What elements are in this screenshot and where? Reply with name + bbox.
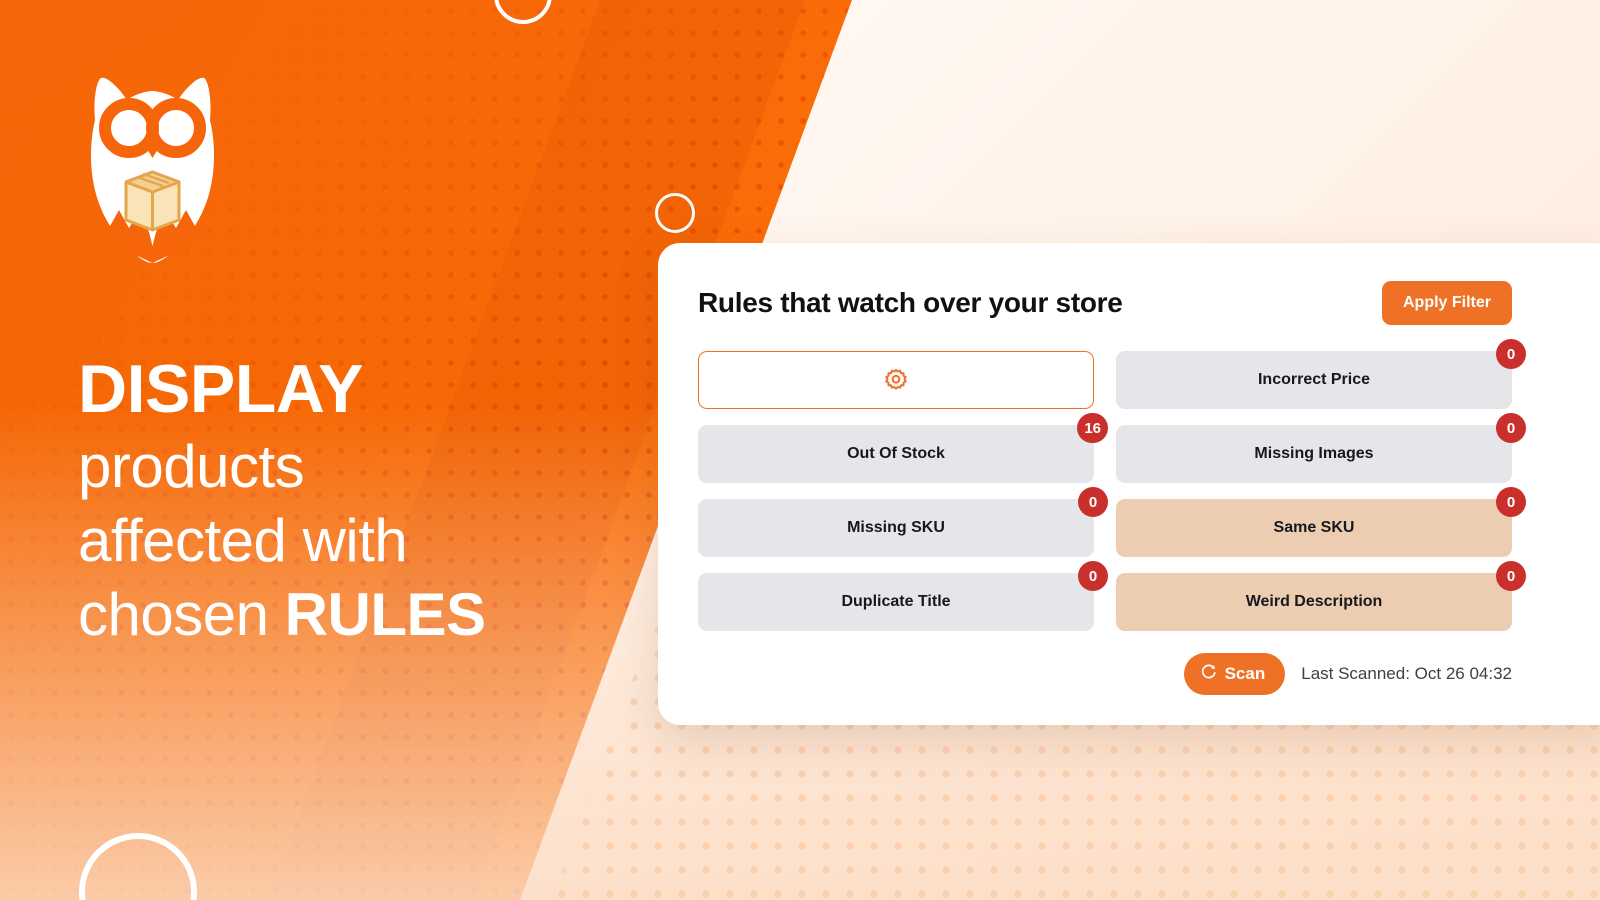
status-badge: 0 bbox=[1496, 487, 1526, 517]
card-header: Rules that watch over your store Apply F… bbox=[698, 281, 1572, 325]
hero-line-1: DISPLAY bbox=[78, 351, 363, 427]
rules-grid: Incorrect Price 0 Out Of Stock 16 Missing Im… bbox=[698, 339, 1572, 631]
rules-card: Rules that watch over your store Apply F… bbox=[658, 243, 1600, 725]
hero-line-4: chosen RULES bbox=[78, 585, 638, 645]
refresh-icon bbox=[1200, 663, 1217, 685]
promo-banner: DISPLAY products affected with chosen RU… bbox=[0, 0, 1600, 900]
rule-label: Duplicate Title bbox=[841, 593, 951, 610]
rule-cell-weird-description: Weird Description 0 bbox=[1116, 561, 1526, 631]
status-badge: 0 bbox=[1078, 561, 1108, 591]
gear-icon bbox=[883, 367, 909, 393]
rule-cell-settings bbox=[698, 351, 1094, 409]
rule-cell-out-of-stock: Out Of Stock 16 bbox=[698, 413, 1108, 483]
rule-label: Same SKU bbox=[1273, 519, 1355, 536]
status-badge: 0 bbox=[1078, 487, 1108, 517]
hero-line-4-plain: chosen bbox=[78, 581, 285, 648]
rule-label: Missing Images bbox=[1254, 445, 1374, 462]
last-scanned-text: Last Scanned: Oct 26 04:32 bbox=[1301, 664, 1512, 683]
owl-with-package-logo bbox=[85, 68, 220, 263]
rule-cell-missing-images: Missing Images 0 bbox=[1116, 413, 1526, 483]
rule-chip-duplicate-title[interactable]: Duplicate Title bbox=[698, 573, 1094, 631]
hero-copy: DISPLAY products affected with chosen RU… bbox=[78, 355, 638, 645]
status-badge: 0 bbox=[1496, 339, 1526, 369]
hero-line-3: affected with bbox=[78, 507, 408, 574]
rule-cell-missing-sku: Missing SKU 0 bbox=[698, 487, 1108, 557]
decorative-circle-middle bbox=[655, 193, 695, 233]
rule-chip-weird-description[interactable]: Weird Description bbox=[1116, 573, 1512, 631]
rule-chip-missing-images[interactable]: Missing Images bbox=[1116, 425, 1512, 483]
status-badge: 16 bbox=[1077, 413, 1108, 443]
rule-label: Weird Description bbox=[1245, 593, 1383, 610]
hero-line-2: products bbox=[78, 433, 305, 500]
apply-filter-button[interactable]: Apply Filter bbox=[1381, 281, 1512, 325]
scan-button[interactable]: Scan bbox=[1183, 653, 1286, 695]
scan-button-label: Scan bbox=[1224, 664, 1266, 683]
rule-cell-incorrect-price: Incorrect Price 0 bbox=[1116, 339, 1526, 409]
status-badge: 0 bbox=[1496, 561, 1526, 591]
rule-chip-same-sku[interactable]: Same SKU bbox=[1116, 499, 1512, 557]
rule-label: Missing SKU bbox=[847, 519, 945, 536]
rule-label: Out Of Stock bbox=[847, 445, 945, 462]
rule-label: Incorrect Price bbox=[1257, 371, 1371, 388]
hero-line-4-strong: RULES bbox=[284, 581, 486, 648]
rule-chip-out-of-stock[interactable]: Out Of Stock bbox=[698, 425, 1094, 483]
status-badge: 0 bbox=[1496, 413, 1526, 443]
rule-chip-missing-sku[interactable]: Missing SKU bbox=[698, 499, 1094, 557]
page-title: Rules that watch over your store bbox=[698, 287, 1123, 318]
card-footer: Scan Last Scanned: Oct 26 04:32 bbox=[698, 653, 1572, 695]
rule-cell-duplicate-title: Duplicate Title 0 bbox=[698, 561, 1108, 631]
rule-cell-same-sku: Same SKU 0 bbox=[1116, 487, 1526, 557]
rule-chip-incorrect-price[interactable]: Incorrect Price bbox=[1116, 351, 1512, 409]
rule-chip-settings[interactable] bbox=[698, 351, 1094, 409]
